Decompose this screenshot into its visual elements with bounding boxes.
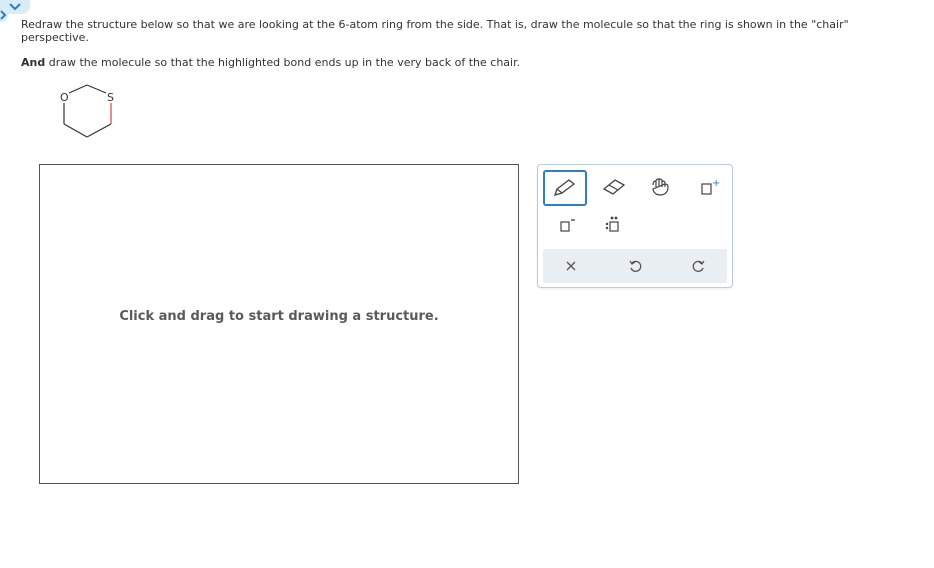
charge-plus: + (712, 178, 720, 189)
molecule-structure: O S (54, 84, 134, 144)
undo-button[interactable] (623, 253, 647, 279)
redo-icon (692, 260, 705, 272)
bond-o-c-top (68, 84, 88, 94)
undo-icon (629, 260, 642, 272)
lone-pair-tool-button[interactable] (596, 211, 632, 239)
clear-button[interactable] (559, 253, 583, 279)
bond-c-top-s (86, 84, 107, 94)
action-bar (543, 249, 727, 283)
charge-tool-button[interactable]: + (692, 172, 728, 202)
single-bond-icon (560, 219, 575, 232)
single-atom-tool-button[interactable] (550, 211, 582, 239)
question-text: Redraw the structure below so that we ar… (21, 18, 901, 44)
bond-c-c-right (86, 123, 112, 138)
instruction-text: draw the molecule so that the highlighte… (45, 56, 521, 69)
grab-hand-icon (652, 178, 669, 196)
chevron-right-icon (0, 10, 7, 20)
instruction-bold: And (21, 56, 46, 69)
canvas-hint: Click and drag to start drawing a struct… (119, 309, 439, 324)
lone-pair-icon (605, 216, 619, 232)
question-instruction: And draw the molecule so that the highli… (21, 56, 901, 69)
eraser-tool-button[interactable] (596, 172, 632, 202)
atom-s-label: S (107, 91, 114, 104)
close-icon (566, 261, 576, 271)
drawing-canvas[interactable]: Click and drag to start drawing a struct… (39, 164, 519, 484)
bond-c-c-left (63, 123, 88, 138)
redo-button[interactable] (687, 253, 711, 279)
oxathiane-ring: O S (60, 84, 114, 138)
question-line1: Redraw the structure below so that we ar… (21, 18, 849, 44)
drawing-toolbar: + (537, 164, 733, 288)
charge-icon: + (701, 178, 720, 195)
side-expand-tab[interactable] (0, 8, 8, 22)
atom-o-label: O (60, 91, 69, 104)
pencil-icon (553, 179, 576, 196)
pencil-tool-button[interactable] (543, 170, 587, 206)
eraser-icon (602, 179, 626, 195)
grab-tool-button[interactable] (642, 172, 678, 202)
